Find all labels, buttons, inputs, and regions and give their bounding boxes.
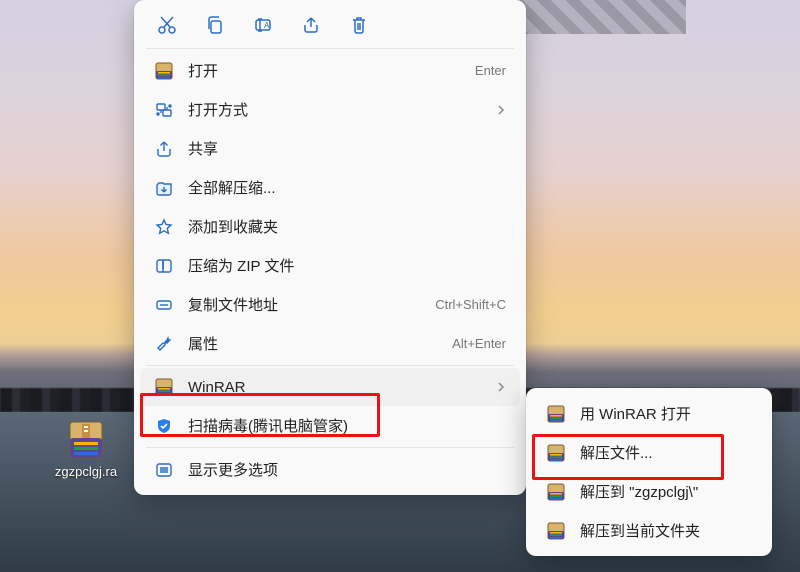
- menu-item-copy-path[interactable]: 复制文件地址 Ctrl+Shift+C: [140, 285, 520, 324]
- submenu-item-label: 解压到 "zgzpclgj\": [580, 481, 752, 502]
- separator: [146, 365, 514, 366]
- menu-item-label: 添加到收藏夹: [188, 216, 506, 237]
- chevron-right-icon: [496, 105, 506, 115]
- desktop-file-label: zgzpclgj.ra: [44, 464, 128, 479]
- rename-icon[interactable]: A: [252, 14, 274, 36]
- zip-icon: [154, 256, 174, 276]
- menu-item-label: 显示更多选项: [188, 459, 506, 480]
- menu-item-shortcut: Ctrl+Shift+C: [435, 297, 506, 312]
- share-outline-icon: [154, 139, 174, 159]
- separator: [146, 447, 514, 448]
- open-with-icon: [154, 100, 174, 120]
- chevron-right-icon: [496, 382, 506, 392]
- copy-icon[interactable]: [204, 14, 226, 36]
- menu-item-properties[interactable]: 属性 Alt+Enter: [140, 324, 520, 363]
- rar-icon: [546, 404, 566, 424]
- menu-item-label: 压缩为 ZIP 文件: [188, 255, 506, 276]
- more-options-icon: [154, 460, 174, 480]
- menu-item-label: 全部解压缩...: [188, 177, 506, 198]
- menu-item-label: 打开: [188, 60, 461, 81]
- context-menu-toolbar: A: [140, 6, 520, 46]
- menu-item-shortcut: Alt+Enter: [452, 336, 506, 351]
- submenu-item-open-winrar[interactable]: 用 WinRAR 打开: [532, 394, 766, 433]
- rar-file-icon: [64, 418, 108, 462]
- menu-item-label: WinRAR: [188, 379, 482, 396]
- menu-item-share[interactable]: 共享: [140, 129, 520, 168]
- extract-all-icon: [154, 178, 174, 198]
- menu-item-label: 扫描病毒(腾讯电脑管家): [188, 415, 506, 436]
- submenu-item-label: 解压文件...: [580, 442, 752, 463]
- delete-icon[interactable]: [348, 14, 370, 36]
- menu-item-more-options[interactable]: 显示更多选项: [140, 450, 520, 489]
- rar-icon: [546, 443, 566, 463]
- menu-item-label: 复制文件地址: [188, 294, 421, 315]
- menu-item-open[interactable]: 打开 Enter: [140, 51, 520, 90]
- submenu-item-extract-to[interactable]: 解压到 "zgzpclgj\": [532, 472, 766, 511]
- shield-icon: [154, 416, 174, 436]
- submenu-item-extract-files[interactable]: 解压文件...: [532, 433, 766, 472]
- rar-icon: [154, 61, 174, 81]
- menu-item-favorite[interactable]: 添加到收藏夹: [140, 207, 520, 246]
- menu-item-label: 属性: [188, 333, 438, 354]
- rar-icon: [154, 377, 174, 397]
- star-icon: [154, 217, 174, 237]
- wrench-icon: [154, 334, 174, 354]
- submenu-item-label: 用 WinRAR 打开: [580, 403, 752, 424]
- menu-item-open-with[interactable]: 打开方式: [140, 90, 520, 129]
- menu-item-compress-zip[interactable]: 压缩为 ZIP 文件: [140, 246, 520, 285]
- desktop-file[interactable]: zgzpclgj.ra: [46, 418, 126, 479]
- menu-item-label: 共享: [188, 138, 506, 159]
- copy-path-icon: [154, 295, 174, 315]
- menu-item-winrar[interactable]: WinRAR: [140, 368, 520, 406]
- share-icon[interactable]: [300, 14, 322, 36]
- cut-icon[interactable]: [156, 14, 178, 36]
- rar-icon: [546, 482, 566, 502]
- menu-item-extract-all[interactable]: 全部解压缩...: [140, 168, 520, 207]
- context-menu: A 打开 Enter: [134, 0, 526, 495]
- menu-item-label: 打开方式: [188, 99, 482, 120]
- submenu-item-label: 解压到当前文件夹: [580, 520, 752, 541]
- submenu-item-extract-here[interactable]: 解压到当前文件夹: [532, 511, 766, 550]
- separator: [146, 48, 514, 49]
- menu-item-shortcut: Enter: [475, 63, 506, 78]
- winrar-submenu: 用 WinRAR 打开 解压文件... 解压到 "zgzpclgj\": [526, 388, 772, 556]
- rar-icon: [546, 521, 566, 541]
- svg-text:A: A: [264, 21, 270, 30]
- menu-item-scan-virus[interactable]: 扫描病毒(腾讯电脑管家): [140, 406, 520, 445]
